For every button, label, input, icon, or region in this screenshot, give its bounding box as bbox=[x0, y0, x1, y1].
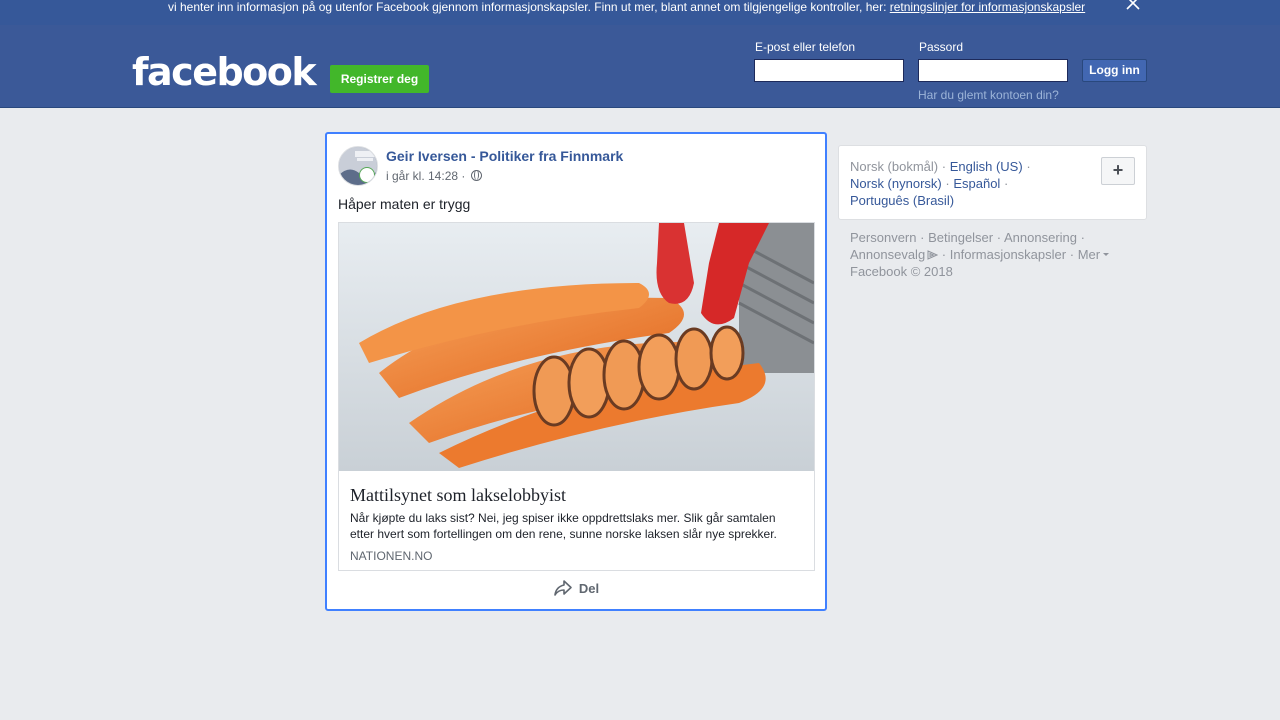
post-card: Geir Iversen - Politiker fra Finnmark i … bbox=[325, 132, 827, 611]
cookie-message: vi henter inn informasjon på og utenfor … bbox=[168, 0, 890, 14]
link-title[interactable]: Mattilsynet som lakselobbyist bbox=[350, 484, 566, 506]
post-meta: i går kl. 14:28 · bbox=[386, 169, 482, 183]
adchoices-icon bbox=[927, 250, 939, 260]
language-selector: Norsk (bokmål) · English (US) · Norsk (n… bbox=[838, 145, 1147, 220]
separator: · bbox=[941, 247, 947, 262]
language-english[interactable]: English (US) bbox=[950, 159, 1023, 174]
copyright: Facebook © 2018 bbox=[850, 264, 953, 279]
separator: · bbox=[1069, 247, 1075, 262]
add-language-button[interactable]: + bbox=[1101, 157, 1135, 185]
cookie-policy-link[interactable]: retningslinjer for informasjonskapsler bbox=[890, 0, 1085, 14]
password-label: Passord bbox=[919, 40, 964, 54]
language-list: Norsk (bokmål) · English (US) · Norsk (n… bbox=[850, 158, 1031, 209]
caret-down-icon bbox=[1103, 253, 1110, 256]
email-field[interactable] bbox=[754, 59, 904, 82]
ad-choices-link[interactable]: Annonsevalg bbox=[850, 247, 939, 262]
close-icon[interactable] bbox=[1124, 0, 1142, 12]
ad-choices-label: Annonsevalg bbox=[850, 247, 926, 262]
meta-separator: · bbox=[461, 169, 466, 183]
post-text: Håper maten er trygg bbox=[338, 196, 471, 212]
language-portugues[interactable]: Português (Brasil) bbox=[850, 193, 954, 208]
more-label: Mer bbox=[1077, 247, 1101, 262]
language-current: Norsk (bokmål) bbox=[850, 159, 939, 174]
language-nynorsk[interactable]: Norsk (nynorsk) bbox=[850, 176, 942, 191]
link-image[interactable] bbox=[339, 223, 814, 471]
cookies-link[interactable]: Informasjonskapsler bbox=[950, 247, 1066, 262]
separator: · bbox=[996, 230, 1002, 245]
post-author[interactable]: Geir Iversen - Politiker fra Finnmark bbox=[386, 147, 623, 165]
separator: · bbox=[945, 176, 950, 191]
separator: · bbox=[1080, 230, 1085, 245]
login-button[interactable]: Logg inn bbox=[1082, 59, 1147, 82]
top-header: facebook Registrer deg E-post eller tele… bbox=[0, 25, 1280, 108]
link-domain: NATIONEN.NO bbox=[350, 549, 433, 563]
language-espanol[interactable]: Español bbox=[953, 176, 1000, 191]
footer-links: Personvern · Betingelser · Annonsering ·… bbox=[850, 229, 1140, 280]
share-button[interactable]: Del bbox=[327, 579, 825, 603]
email-label: E-post eller telefon bbox=[755, 40, 856, 54]
terms-link[interactable]: Betingelser bbox=[928, 230, 993, 245]
link-description: Når kjøpte du laks sist? Nei, jeg spiser… bbox=[350, 511, 777, 541]
avatar[interactable] bbox=[338, 146, 378, 186]
post-time[interactable]: i går kl. 14:28 bbox=[386, 169, 458, 183]
privacy-link[interactable]: Personvern bbox=[850, 230, 916, 245]
share-label: Del bbox=[578, 580, 600, 596]
page-badge-icon bbox=[359, 167, 375, 183]
share-icon bbox=[554, 580, 572, 596]
cookie-banner: vi henter inn informasjon på og utenfor … bbox=[0, 0, 1280, 25]
register-button[interactable]: Registrer deg bbox=[330, 65, 429, 93]
separator: · bbox=[920, 230, 925, 245]
separator: · bbox=[1003, 176, 1009, 191]
advertising-link[interactable]: Annonsering bbox=[1004, 230, 1077, 245]
separator: · bbox=[941, 159, 947, 174]
cookie-text: vi henter inn informasjon på og utenfor … bbox=[168, 0, 1085, 14]
globe-icon bbox=[470, 170, 482, 181]
separator: · bbox=[1026, 159, 1031, 174]
facebook-logo[interactable]: facebook bbox=[132, 50, 317, 94]
forgot-account-link[interactable]: Har du glemt kontoen din? bbox=[918, 88, 1059, 102]
more-link[interactable]: Mer bbox=[1077, 247, 1110, 262]
salmon-photo-icon bbox=[339, 223, 814, 471]
link-preview[interactable]: Mattilsynet som lakselobbyist Når kjøpte… bbox=[338, 222, 815, 571]
password-field[interactable] bbox=[918, 59, 1068, 82]
